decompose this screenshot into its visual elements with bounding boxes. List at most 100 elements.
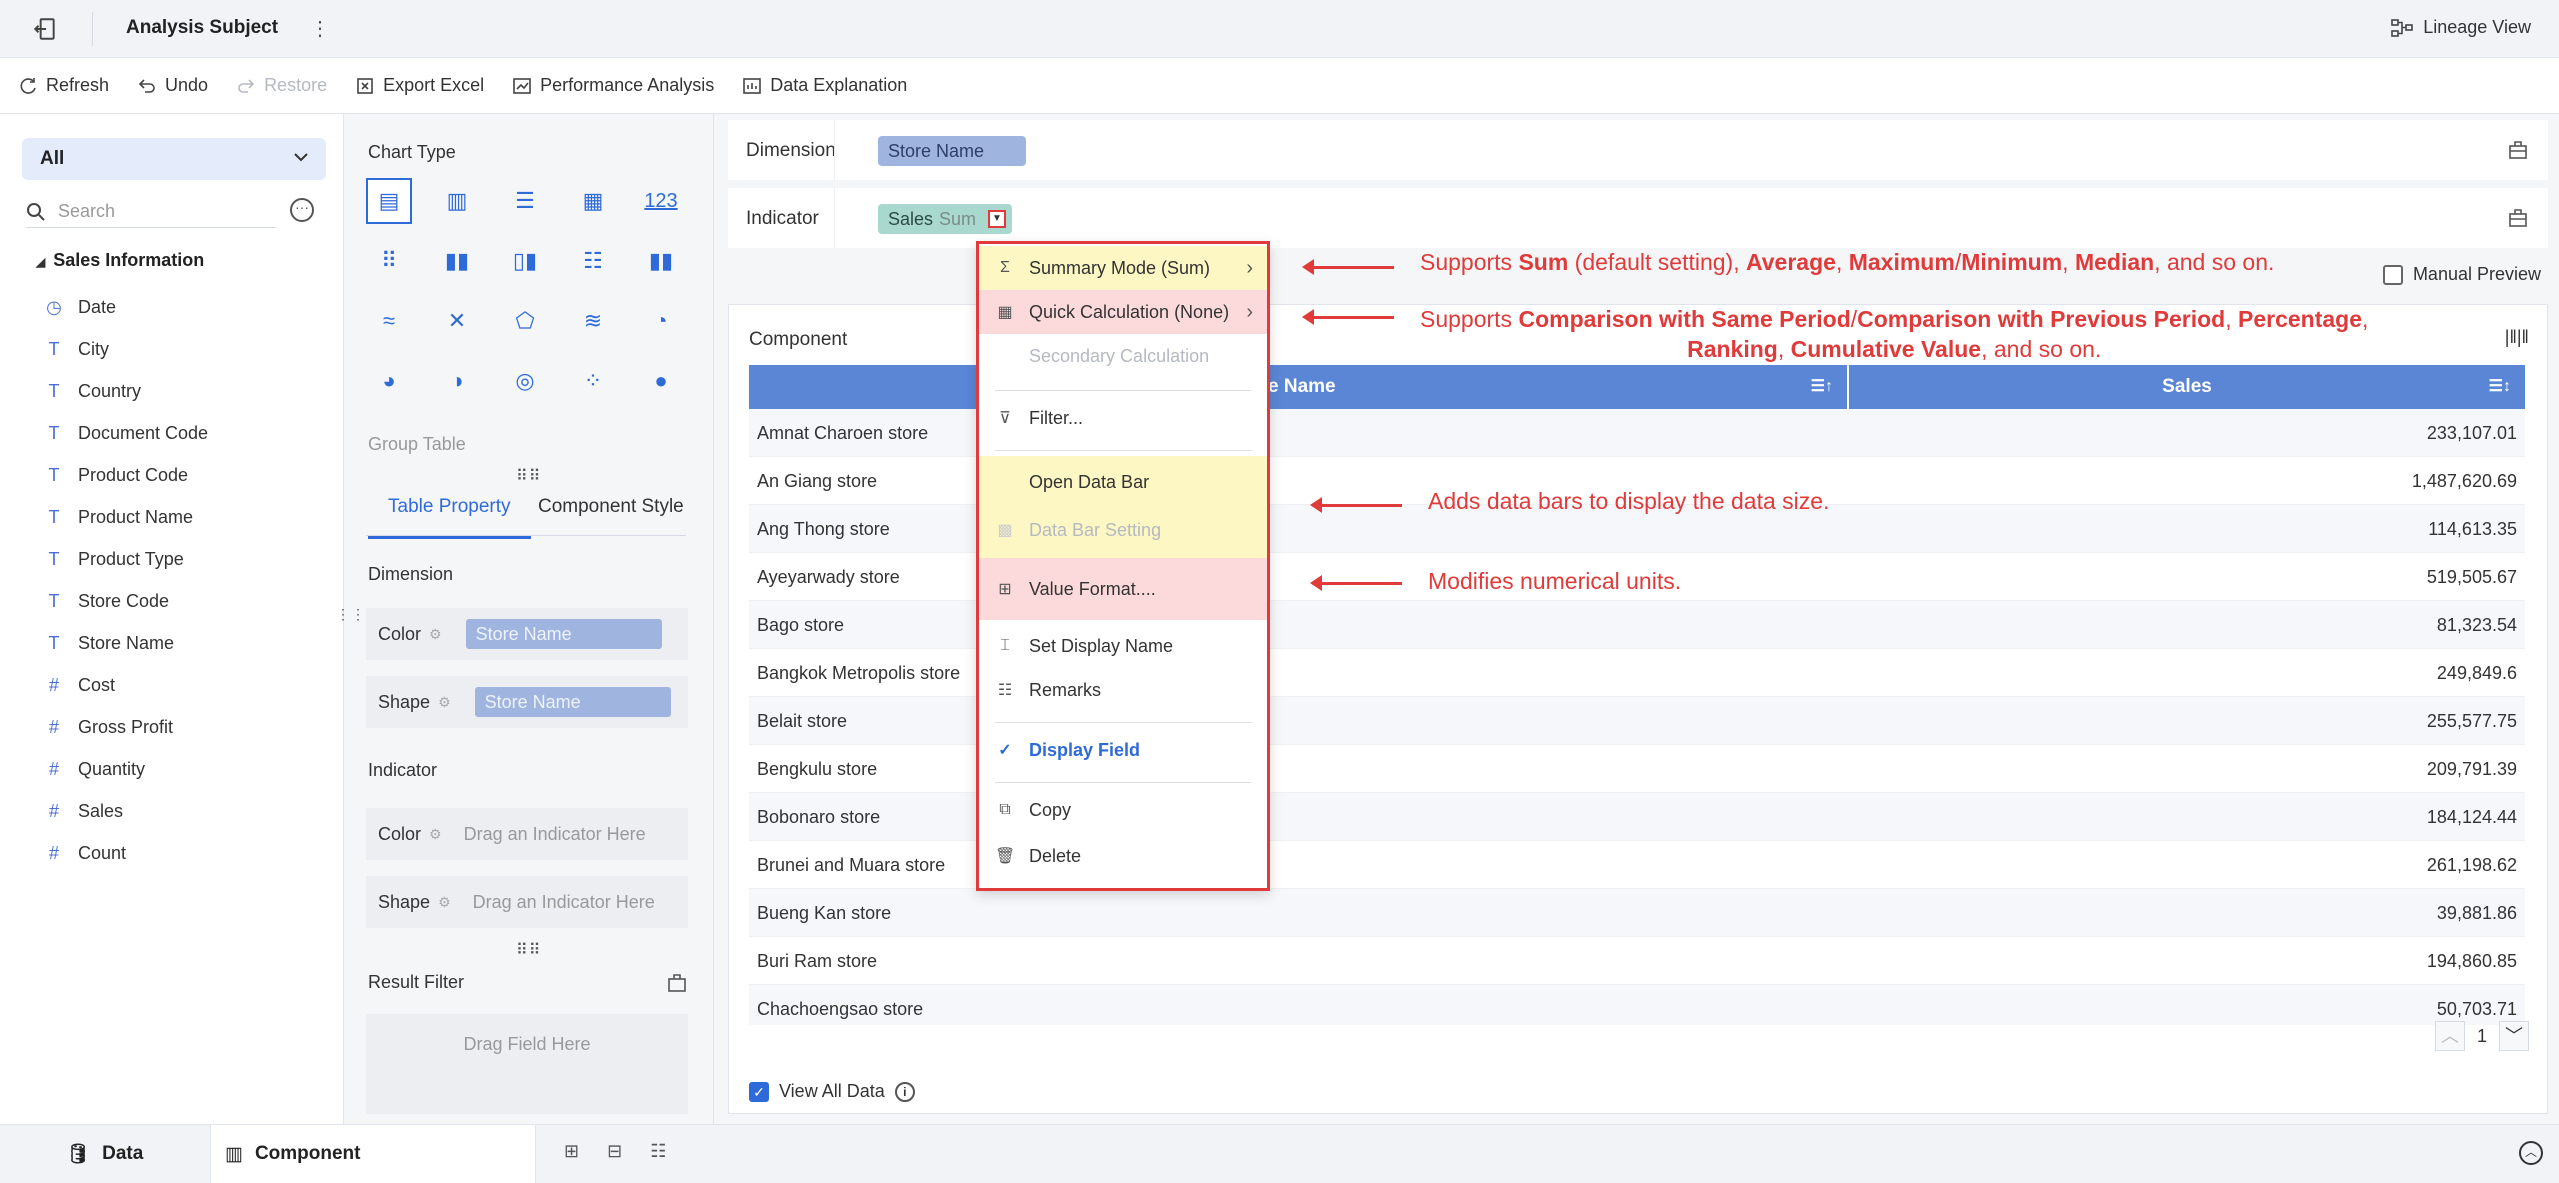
scatter-chart-icon[interactable]: ⁘ [570, 358, 616, 404]
menu-item-summary-mode[interactable]: Σ Summary Mode (Sum) › [979, 246, 1267, 290]
sort-icon[interactable]: ☰↑ [1811, 365, 1833, 409]
tab-component-style[interactable]: Component Style [538, 496, 684, 518]
menu-item-value-format[interactable]: ⊞ Value Format.... [979, 558, 1267, 620]
table-row[interactable]: Buri Ram store 194,860.85 [749, 937, 2525, 985]
field-item[interactable]: # Sales [44, 790, 208, 832]
custom-chart-icon[interactable]: ▦ [570, 178, 616, 224]
field-item[interactable]: T City [44, 328, 208, 370]
indicator-shape-slot[interactable]: Shape ⚙ Drag an Indicator Here [366, 876, 688, 928]
field-item[interactable]: T Product Name [44, 496, 208, 538]
folder-sales-information[interactable]: ◢ Sales Information [36, 250, 204, 271]
restore-button[interactable]: Restore [236, 75, 327, 96]
view-all-data-toggle[interactable]: ✓ View All Data i [749, 1081, 915, 1102]
field-item[interactable]: ◷ Date [44, 286, 208, 328]
search-box[interactable]: Search [26, 196, 276, 228]
indicator-settings-icon[interactable] [2506, 206, 2530, 230]
result-filter-dropzone[interactable]: Drag Field Here [366, 1014, 688, 1114]
column-header-sales[interactable]: Sales ☰↕ [1849, 365, 2525, 409]
collapse-up-icon[interactable]: ︿ [2519, 1141, 2543, 1165]
field-item[interactable]: T Product Code [44, 454, 208, 496]
menu-item-display-field[interactable]: ✓ Display Field [979, 728, 1267, 772]
gear-icon[interactable]: ⚙ [438, 894, 451, 911]
dimension-shape-slot[interactable]: Shape ⚙ Store Name [366, 676, 688, 728]
filter-settings-icon[interactable] [666, 972, 688, 994]
pie-chart-icon[interactable]: ◕ [366, 358, 412, 404]
tab-component[interactable]: ▥ Component [210, 1125, 536, 1183]
donut-chart-icon[interactable]: ◎ [502, 358, 548, 404]
add-report-icon[interactable]: ☷ [650, 1141, 666, 1162]
dimension-pill-store-name[interactable]: Store Name [878, 136, 1026, 166]
field-item[interactable]: T Store Code [44, 580, 208, 622]
field-item[interactable]: # Count [44, 832, 208, 874]
scope-select[interactable]: All [22, 138, 326, 180]
previous-page-icon[interactable]: ︿ [2434, 1021, 2465, 1051]
field-item[interactable]: # Gross Profit [44, 706, 208, 748]
panel-resize-handle-icon[interactable]: ⋮⋮ [336, 606, 366, 623]
group-table-chart-icon[interactable]: ▤ [366, 178, 412, 224]
gear-icon[interactable]: ⚙ [429, 626, 442, 643]
tab-data[interactable]: 🛢 Data [66, 1125, 206, 1183]
field-item[interactable]: T Store Name [44, 622, 208, 664]
polyline-chart-icon[interactable]: ✕ [434, 298, 480, 344]
field-item[interactable]: # Cost [44, 664, 208, 706]
bubble-chart-icon[interactable]: ● [638, 358, 684, 404]
dropdown-caret-icon[interactable]: ▼ [988, 210, 1006, 228]
menu-item-open-data-bar[interactable]: Open Data Bar [979, 460, 1267, 504]
field-item[interactable]: # Quantity [44, 748, 208, 790]
column-chart-icon[interactable]: ▯▮ [502, 238, 548, 284]
add-table-icon[interactable]: ⊟ [607, 1141, 622, 1162]
horizontal-bar-chart-icon[interactable]: ☷ [570, 238, 616, 284]
undo-button[interactable]: Undo [137, 75, 208, 96]
dimension-settings-icon[interactable] [2506, 138, 2530, 162]
manual-preview-toggle[interactable]: Manual Preview [2382, 264, 2541, 285]
menu-item-copy[interactable]: ⧉ Copy [979, 788, 1267, 832]
next-page-icon[interactable]: ﹀ [2499, 1021, 2529, 1051]
exit-icon[interactable] [32, 16, 58, 42]
tab-table-property[interactable]: Table Property [368, 496, 530, 539]
export-excel-button[interactable]: Export Excel [355, 75, 484, 96]
data-explanation-button[interactable]: Data Explanation [742, 75, 907, 96]
kpi-chart-icon[interactable]: 123 [638, 178, 684, 224]
field-item[interactable]: T Country [44, 370, 208, 412]
stacked-column-chart-icon[interactable]: ▮▮ [638, 238, 684, 284]
indicator-pill-sales[interactable]: Sales Sum ▼ [878, 204, 1012, 234]
gauge-chart-icon[interactable]: ◔ [638, 298, 684, 344]
more-options-icon[interactable]: ··· [290, 198, 314, 222]
manual-preview-checkbox[interactable] [2382, 264, 2403, 285]
area-chart-icon[interactable]: ≋ [570, 298, 616, 344]
menu-item-set-display-name[interactable]: ⌶ Set Display Name [979, 624, 1267, 668]
refresh-button[interactable]: Refresh [18, 75, 109, 96]
menu-item-filter[interactable]: ⊽ Filter... [979, 396, 1267, 440]
cross-table-chart-icon[interactable]: ▥ [434, 178, 480, 224]
sort-icon[interactable]: ☰↕ [2489, 365, 2511, 409]
menu-item-secondary-calculation[interactable]: Secondary Calculation [979, 334, 1267, 378]
search-input[interactable]: Search [58, 201, 115, 222]
detail-table-chart-icon[interactable]: ☰ [502, 178, 548, 224]
performance-analysis-button[interactable]: Performance Analysis [512, 75, 714, 96]
multi-pie-chart-icon[interactable]: ◑ [434, 358, 480, 404]
gear-icon[interactable]: ⚙ [438, 694, 451, 711]
menu-item-quick-calculation[interactable]: ▦ Quick Calculation (None) › [979, 290, 1267, 334]
table-row[interactable]: Bueng Kan store 39,881.86 [749, 889, 2525, 937]
dimension-shape-field[interactable]: Store Name [474, 687, 671, 717]
dot-matrix-chart-icon[interactable]: ⠿ [366, 238, 412, 284]
dimension-color-slot[interactable]: Color ⚙ Store Name [366, 608, 688, 660]
column-header-store-name[interactable]: ore Name ☰↑ [749, 365, 1849, 409]
indicator-color-slot[interactable]: Color ⚙ Drag an Indicator Here [366, 808, 688, 860]
line-chart-icon[interactable]: ≈ [366, 298, 412, 344]
add-component-icon[interactable]: ⊞ [564, 1141, 579, 1162]
barcode-icon[interactable]: |‖|‖ [2505, 327, 2529, 348]
dimension-color-field[interactable]: Store Name [465, 619, 662, 649]
field-item[interactable]: T Document Code [44, 412, 209, 454]
table-row[interactable]: Chachoengsao store 50,703.71 [749, 985, 2525, 1025]
more-vertical-icon[interactable]: ⋮ [310, 16, 330, 41]
info-icon[interactable]: i [894, 1081, 915, 1102]
radar-chart-icon[interactable]: ⬠ [502, 298, 548, 344]
grouped-bar-chart-icon[interactable]: ▮▮ [434, 238, 480, 284]
view-all-data-checkbox[interactable]: ✓ [749, 1081, 769, 1102]
menu-item-remarks[interactable]: ☷ Remarks [979, 668, 1267, 712]
drag-handle-icon[interactable]: ⠿⠿ [516, 940, 541, 960]
gear-icon[interactable]: ⚙ [429, 826, 442, 843]
menu-item-data-bar-setting[interactable]: ▩ Data Bar Setting [979, 508, 1267, 552]
field-item[interactable]: T Product Type [44, 538, 208, 580]
